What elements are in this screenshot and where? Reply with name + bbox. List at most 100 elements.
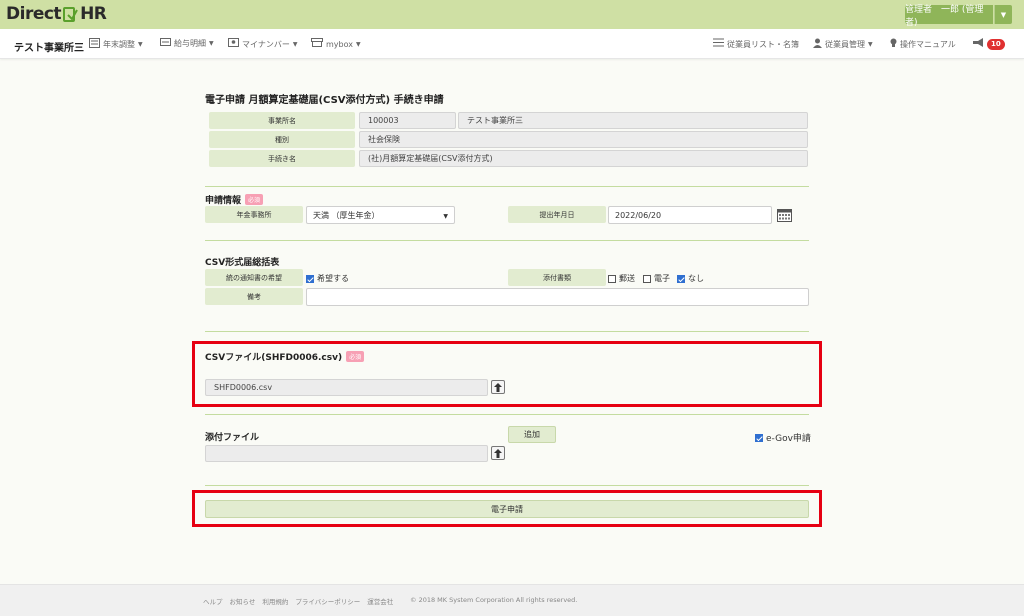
footer-link-terms[interactable]: 利用規約: [262, 596, 288, 606]
footer-link-privacy[interactable]: プライバシーポリシー: [295, 596, 360, 606]
chevron-down-icon: ▼: [356, 40, 361, 48]
divider: [205, 414, 809, 415]
notice-option-label: 希望する: [317, 274, 349, 283]
egov-label: e-Gov申請: [766, 434, 811, 444]
attachment-file-field: [205, 445, 488, 462]
type-field: 社会保険: [359, 131, 808, 148]
app-logo[interactable]: Direct HR: [6, 4, 107, 24]
nav-employee-manage[interactable]: 従業員管理 ▼: [813, 38, 873, 51]
attach-none-checkbox[interactable]: [677, 274, 685, 283]
divider: [205, 240, 809, 241]
divider: [205, 485, 809, 486]
attach-electronic-label: 電子: [654, 274, 670, 283]
attach-mail-checkbox[interactable]: [608, 274, 616, 283]
calendar-icon[interactable]: [777, 207, 792, 222]
top-bar: Direct HR 管理者 一郎 (管理者) ▼: [0, 0, 1024, 29]
egov-option[interactable]: e-Gov申請: [755, 431, 811, 444]
chevron-down-icon: ▼: [868, 41, 873, 48]
attach-none-option[interactable]: なし: [677, 273, 704, 284]
attach-none-label: なし: [688, 274, 704, 283]
logo-text-right: HR: [80, 4, 107, 24]
csv-summary-title: CSV形式届総括表: [205, 258, 280, 268]
user-icon: [813, 38, 822, 51]
nav-year-end[interactable]: 年末調整 ▼: [89, 38, 143, 51]
attach-mail-option[interactable]: 郵送: [608, 273, 635, 284]
chevron-down-icon: ▼: [209, 40, 214, 47]
csv-summary-heading: CSV形式届総括表: [205, 255, 279, 268]
submit-application-button[interactable]: 電子申請: [205, 500, 809, 518]
footer: ヘルプ お知らせ 利用規約 プライバシーポリシー 運営会社 © 2018 MK …: [0, 584, 1024, 616]
company-name[interactable]: テスト事業所三: [14, 39, 84, 54]
csv-upload-button[interactable]: [491, 380, 505, 394]
nav-payroll-label: 給与明細: [174, 39, 206, 48]
page-title: 電子申請 月額算定基礎届(CSV添付方式) 手続き申請: [205, 95, 444, 106]
remarks-label: 備考: [205, 288, 303, 305]
nav-year-end-label: 年末調整: [103, 40, 135, 49]
attachment-upload-button[interactable]: [491, 446, 505, 460]
footer-link-help[interactable]: ヘルプ: [203, 596, 223, 606]
nav-notifications[interactable]: 10: [972, 38, 1005, 51]
apply-info-title: 申請情報: [205, 196, 242, 206]
apply-info-heading: 申請情報 必須: [205, 193, 264, 206]
footer-link-news[interactable]: お知らせ: [230, 596, 256, 606]
chevron-down-icon: ▼: [443, 213, 448, 220]
nav-mynumber[interactable]: マイナンバー ▼: [228, 38, 297, 50]
office-label: 事業所名: [209, 112, 355, 129]
nav-employee-manage-label: 従業員管理: [825, 40, 865, 49]
chevron-down-icon: ▼: [292, 40, 298, 48]
procedure-label: 手続き名: [209, 150, 355, 167]
attach-electronic-option[interactable]: 電子: [643, 273, 670, 284]
egov-checkbox[interactable]: [755, 433, 763, 442]
attach-docs-label: 添付書類: [508, 269, 606, 286]
logo-mark-icon: [63, 6, 78, 23]
logo-text-left: Direct: [6, 4, 62, 24]
footer-links: ヘルプ お知らせ 利用規約 プライバシーポリシー 運営会社: [203, 596, 393, 606]
user-menu-button[interactable]: 管理者 一郎 (管理者): [905, 5, 993, 28]
id-card-icon: [228, 38, 239, 50]
submit-date-input[interactable]: 2022/06/20: [608, 206, 772, 224]
attachment-heading: 添付ファイル: [205, 430, 259, 443]
pension-office-select[interactable]: 天満 （厚生年金） ▼: [306, 206, 455, 224]
csv-file-title: CSVファイル(SHFD0006.csv): [205, 353, 343, 363]
upload-arrow-icon: [494, 448, 502, 458]
add-attachment-button[interactable]: 追加: [508, 426, 556, 443]
main-nav: テスト事業所三 年末調整 ▼ 給与明細 ▼ マイナンバー ▼ mybox ▼ 従…: [0, 29, 1024, 59]
user-menu-caret-icon[interactable]: ▼: [994, 5, 1012, 24]
copyright: © 2018 MK System Corporation All rights …: [410, 596, 578, 604]
pension-office-label: 年金事務所: [205, 206, 303, 223]
footer-link-company[interactable]: 運営会社: [367, 596, 393, 606]
required-badge: 必須: [245, 194, 264, 205]
required-badge: 必須: [346, 351, 365, 362]
calculator-icon: [89, 38, 100, 51]
attach-mail-label: 郵送: [619, 274, 635, 283]
nav-mybox-label: mybox: [326, 39, 353, 49]
keyboard-icon: [160, 38, 171, 49]
nav-manual[interactable]: 操作マニュアル: [890, 38, 956, 51]
box-icon: [311, 38, 323, 50]
divider: [205, 186, 809, 187]
nav-mybox[interactable]: mybox ▼: [311, 38, 361, 50]
chevron-down-icon: ▼: [138, 41, 143, 48]
attach-electronic-checkbox[interactable]: [643, 274, 651, 283]
divider: [205, 331, 809, 332]
notice-checkbox[interactable]: [306, 274, 314, 283]
nav-employee-list[interactable]: 従業員リスト・名簿: [713, 38, 799, 50]
office-code-field: 100003: [359, 112, 456, 129]
type-label: 種別: [209, 131, 355, 148]
procedure-field: (社)月額算定基礎届(CSV添付方式): [359, 150, 808, 167]
notice-option[interactable]: 希望する: [306, 273, 349, 284]
nav-mynumber-label: マイナンバー: [242, 39, 290, 49]
remarks-input[interactable]: [306, 288, 809, 306]
csv-file-field: SHFD0006.csv: [205, 379, 488, 396]
lightbulb-icon: [890, 38, 897, 51]
csv-file-heading: CSVファイル(SHFD0006.csv) 必須: [205, 350, 365, 363]
notification-badge: 10: [987, 39, 1005, 50]
pension-office-value: 天満 （厚生年金）: [313, 210, 380, 220]
nav-payroll[interactable]: 給与明細 ▼: [160, 38, 214, 49]
submit-date-label: 提出年月日: [508, 206, 606, 223]
upload-arrow-icon: [494, 382, 502, 392]
nav-employee-list-label: 従業員リスト・名簿: [727, 39, 799, 49]
megaphone-icon: [972, 38, 984, 51]
nav-manual-label: 操作マニュアル: [900, 40, 956, 49]
office-name-field: テスト事業所三: [458, 112, 808, 129]
